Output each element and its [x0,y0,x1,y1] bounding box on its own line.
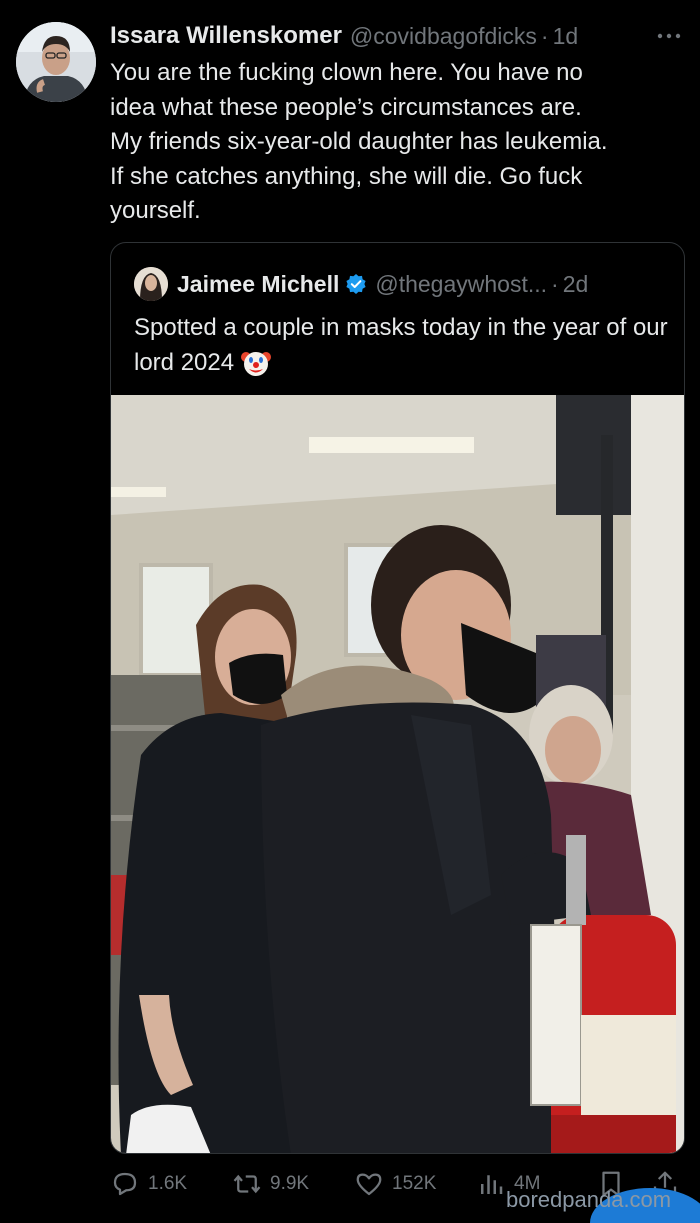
quoted-text-content: Spotted a couple in masks today in the y… [134,314,668,376]
more-options-icon[interactable] [654,24,684,48]
retweet-count: 9.9K [270,1173,310,1194]
attached-photo[interactable] [111,395,685,1154]
quoted-author-name[interactable]: Jaimee Michell [177,271,339,298]
like-button[interactable]: 152K [354,1166,436,1202]
author-handle[interactable]: @covidbagofdicks [350,23,537,50]
heart-icon [356,1173,382,1196]
quoted-tweet-header: Jaimee Michell @thegaywhost... · 2d [177,267,588,301]
quoted-separator-dot: · [551,270,559,297]
tweet-timestamp[interactable]: 1d [553,23,579,50]
quoted-avatar-image [134,267,168,301]
watermark-text: boredpanda.com [506,1187,672,1212]
tweet-header: Issara Willenskomer @covidbagofdicks · 1… [110,20,578,52]
author-avatar[interactable] [16,22,96,102]
author-name[interactable]: Issara Willenskomer [110,22,342,50]
analytics-bar-chart-icon [481,1175,503,1194]
avatar-image [16,22,96,102]
quoted-timestamp[interactable]: 2d [563,271,589,298]
quoted-author-avatar[interactable] [134,267,168,301]
reply-count: 1.6K [148,1173,188,1194]
quoted-author-handle[interactable]: @thegaywhost... [375,271,547,298]
retweet-button[interactable]: 9.9K [232,1166,309,1202]
retweet-icon [233,1174,261,1194]
quoted-tweet-text: Spotted a couple in masks today in the y… [134,311,674,380]
like-count: 152K [392,1173,437,1194]
quoted-tweet[interactable]: Jaimee Michell @thegaywhost... · 2d Spot… [110,242,685,1154]
separator-dot: · [540,22,549,49]
tweet-text: You are the fucking clown here. You have… [110,59,608,224]
reply-icon [113,1172,137,1196]
clown-face-emoji-icon [241,352,272,377]
verified-badge-icon [346,274,366,294]
reply-button[interactable]: 1.6K [110,1166,187,1202]
